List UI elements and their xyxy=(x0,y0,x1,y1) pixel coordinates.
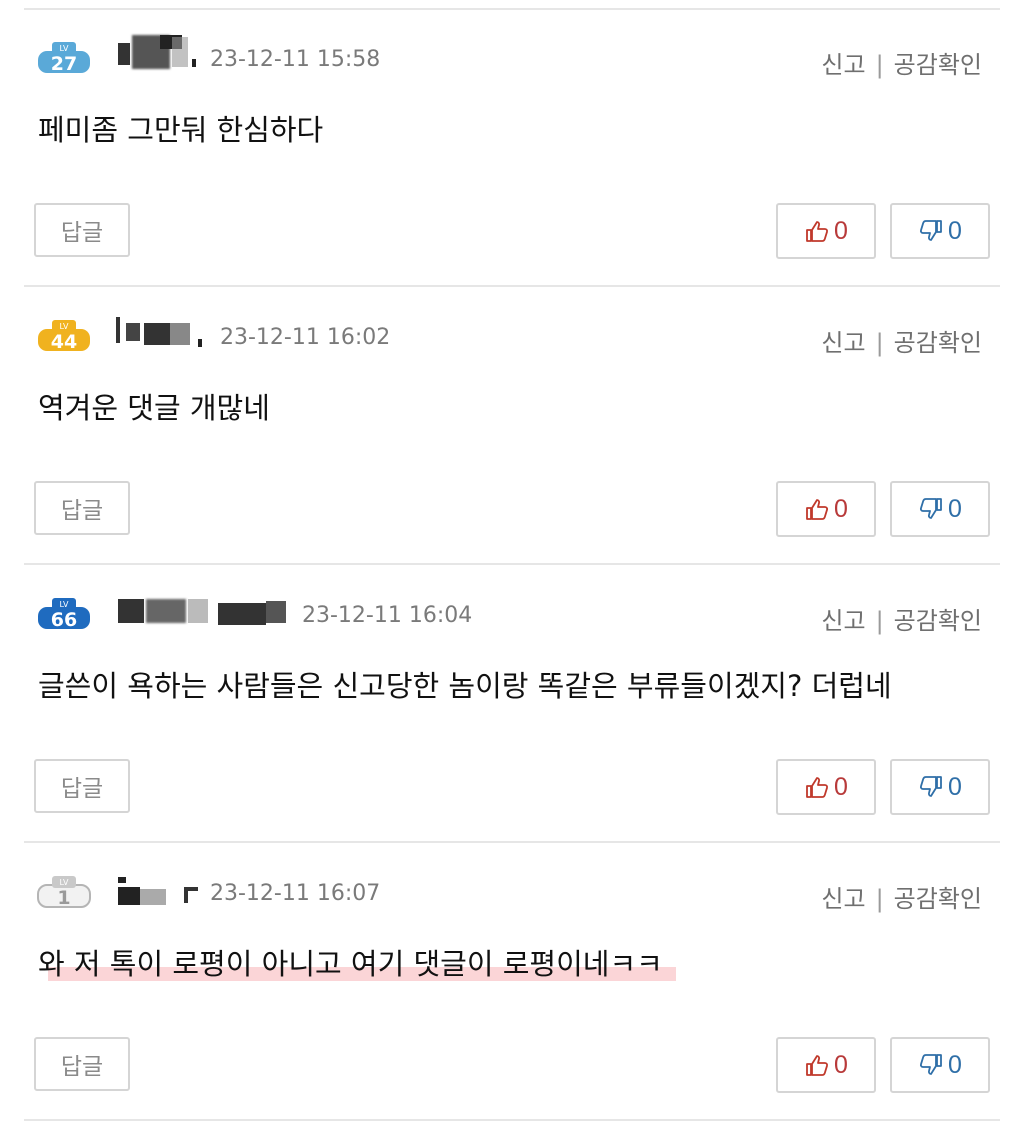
action-separator: | xyxy=(875,329,884,357)
comment-divider xyxy=(24,1119,1000,1121)
svg-text:LV: LV xyxy=(59,322,69,331)
thumbs-up-icon xyxy=(806,777,829,798)
username-redacted xyxy=(114,589,294,629)
comment-date: 23-12-11 16:04 xyxy=(302,603,473,628)
upvote-count: 0 xyxy=(834,772,848,801)
reply-button[interactable]: 답글 xyxy=(34,759,130,813)
comment-actions: 신고 | 공감확인 xyxy=(821,323,982,358)
report-link[interactable]: 신고 xyxy=(821,329,865,357)
comment-actions: 신고 | 공감확인 xyxy=(821,601,982,636)
thumbs-down-icon xyxy=(920,498,942,519)
upvote-count: 0 xyxy=(834,1050,848,1079)
svg-text:LV: LV xyxy=(59,878,69,887)
upvote-button[interactable]: 0 xyxy=(776,1037,876,1093)
thumbs-down-icon xyxy=(920,1054,942,1075)
svg-text:66: 66 xyxy=(51,609,77,631)
upvote-button[interactable]: 0 xyxy=(776,203,876,259)
comment-actions: 신고 | 공감확인 xyxy=(821,45,982,80)
comment-item: LV 27 23-12-11 15:58 신고 | 공감확인 페미좀 그만둬 한심하… xyxy=(24,9,1000,287)
svg-text:LV: LV xyxy=(59,44,69,53)
empathy-check-link[interactable]: 공감확인 xyxy=(894,607,982,635)
downvote-button[interactable]: 0 xyxy=(890,481,990,537)
svg-text:1: 1 xyxy=(57,887,70,909)
comment-text: 역겨운 댓글 개많네 xyxy=(38,391,270,425)
comment-date: 23-12-11 15:58 xyxy=(210,47,381,72)
empathy-check-link[interactable]: 공감확인 xyxy=(894,885,982,913)
svg-text:27: 27 xyxy=(51,53,77,75)
downvote-count: 0 xyxy=(948,772,962,801)
svg-text:LV: LV xyxy=(59,600,69,609)
username-redacted xyxy=(114,33,204,73)
action-separator: | xyxy=(875,885,884,913)
action-separator: | xyxy=(875,607,884,635)
level-badge-icon: LV 1 xyxy=(37,876,91,909)
username-redacted xyxy=(114,867,210,907)
action-separator: | xyxy=(875,51,884,79)
reply-button[interactable]: 답글 xyxy=(34,1037,130,1091)
upvote-count: 0 xyxy=(834,216,848,245)
upvote-count: 0 xyxy=(834,494,848,523)
downvote-button[interactable]: 0 xyxy=(890,1037,990,1093)
downvote-count: 0 xyxy=(948,494,962,523)
report-link[interactable]: 신고 xyxy=(821,607,865,635)
downvote-count: 0 xyxy=(948,216,962,245)
thumbs-up-icon xyxy=(806,221,829,242)
username-redacted xyxy=(114,311,214,351)
comment-text: 와 저 톡이 로평이 아니고 여기 댓글이 로평이네ㅋㅋ xyxy=(38,941,663,983)
thumbs-down-icon xyxy=(920,220,942,241)
comment-item: LV 66 23-12-11 16:04 신고 | 공감확인 글쓴이 욕하는 사람들… xyxy=(24,565,1000,843)
comment-item: LV 1 23-12-11 16:07 신고 | 공감확인 와 저 톡이 로평이 아… xyxy=(24,843,1000,1121)
svg-text:44: 44 xyxy=(51,331,77,353)
comment-text-content: 와 저 톡이 로평이 아니고 여기 댓글이 로평이네ㅋㅋ xyxy=(38,947,663,981)
downvote-count: 0 xyxy=(948,1050,962,1079)
empathy-check-link[interactable]: 공감확인 xyxy=(894,329,982,357)
downvote-button[interactable]: 0 xyxy=(890,203,990,259)
empathy-check-link[interactable]: 공감확인 xyxy=(894,51,982,79)
comment-text: 글쓴이 욕하는 사람들은 신고당한 놈이랑 똑같은 부류들이겠지? 더럽네 xyxy=(38,669,892,703)
comment-date: 23-12-11 16:02 xyxy=(220,325,391,350)
thumbs-down-icon xyxy=(920,776,942,797)
thumbs-up-icon xyxy=(806,1055,829,1076)
reply-button[interactable]: 답글 xyxy=(34,203,130,257)
comment-date: 23-12-11 16:07 xyxy=(210,881,381,906)
report-link[interactable]: 신고 xyxy=(821,885,865,913)
thumbs-up-icon xyxy=(806,499,829,520)
level-badge-icon: LV 44 xyxy=(38,320,90,353)
downvote-button[interactable]: 0 xyxy=(890,759,990,815)
upvote-button[interactable]: 0 xyxy=(776,759,876,815)
reply-button[interactable]: 답글 xyxy=(34,481,130,535)
level-badge-icon: LV 27 xyxy=(38,42,90,75)
comment-item: LV 44 23-12-11 16:02 신고 | 공감확인 역겨운 댓글 개많네 … xyxy=(24,287,1000,565)
level-badge-icon: LV 66 xyxy=(38,598,90,631)
comment-text: 페미좀 그만둬 한심하다 xyxy=(38,113,324,147)
report-link[interactable]: 신고 xyxy=(821,51,865,79)
comment-actions: 신고 | 공감확인 xyxy=(821,879,982,914)
upvote-button[interactable]: 0 xyxy=(776,481,876,537)
